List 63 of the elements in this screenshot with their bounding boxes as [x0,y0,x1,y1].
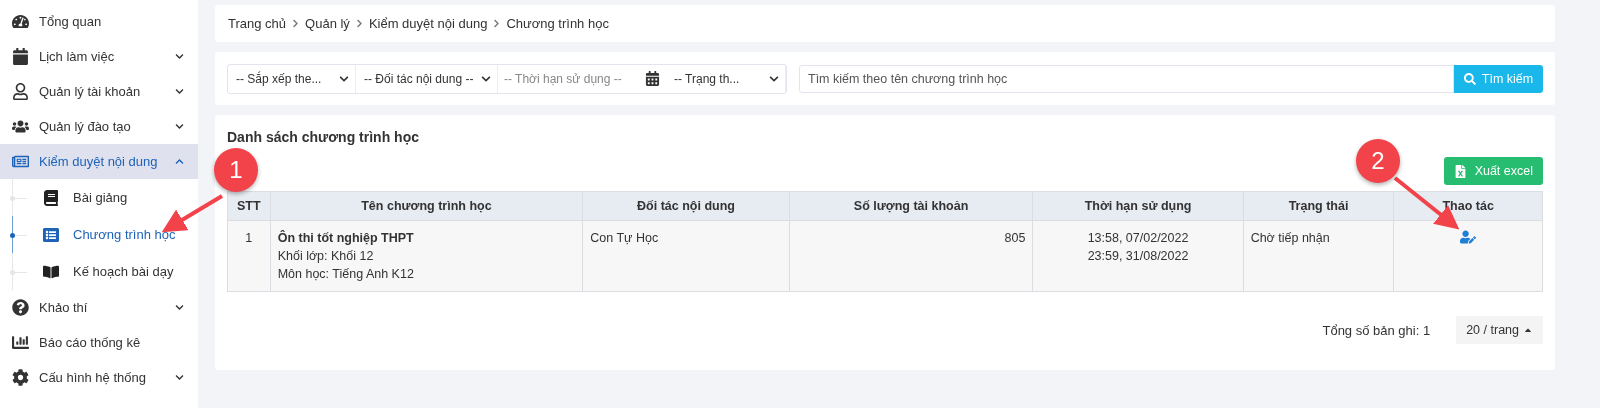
subject-text: Môn học: Tiếng Anh K12 [277,266,415,283]
sidebar-item[interactable]: Kiểm duyệt nội dung [0,144,198,179]
sidebar-subitem[interactable]: Bài giảng [12,179,198,216]
search-icon [1463,72,1476,85]
panel-title: Danh sách chương trình học [227,129,420,145]
chevron-right-icon [291,19,301,28]
sidebar-subitem[interactable]: Kế hoạch bài dạy [12,253,198,290]
chevron-right-icon [354,19,364,28]
user-edit-icon[interactable] [1460,229,1477,245]
sidebar-icon [12,153,29,170]
sidebar-label: Quản lý tài khoản [39,84,142,99]
table-cell: 805 [789,220,1033,292]
sidebar-icon [43,189,59,206]
column-header: STT [227,191,271,221]
sidebar-label: Lịch làm việc [39,49,116,64]
sidebar-label: Quản lý đào tạo [39,119,132,134]
grade-text: Khối lớp: Khối 12 [277,248,375,265]
breadcrumb-link[interactable]: Trang chủ [228,16,287,31]
excel-file-icon [1453,164,1467,178]
sidebar-label: Cấu hình hệ thống [39,370,147,385]
sidebar-label: Báo cáo thống kê [39,335,142,350]
sidebar-label: Chương trình học [73,227,176,242]
breadcrumb-link[interactable]: Kiểm duyệt nội dung [368,16,488,31]
page-size-select[interactable]: 20 / trang [1456,316,1543,344]
sidebar-label: Kế hoạch bài dạy [73,264,174,279]
sidebar-item[interactable]: Quản lý đào tạo [0,109,198,144]
program-name: Ôn thi tốt nghiệp THPT [277,229,415,247]
sidebar-subitem[interactable]: Chương trình học [12,216,198,253]
sidebar-item[interactable]: Báo cáo thống kê [0,325,198,360]
sidebar-icon [43,226,59,243]
sidebar-item[interactable]: Khảo thí [0,290,198,325]
chevron-right-icon [492,19,502,28]
sidebar-icon [12,83,29,100]
search-field[interactable]: Tìm kiếm theo tên chương trình học [799,64,1454,93]
end-time: 23:59, 31/08/2022 [1086,248,1190,265]
table-cell: 1 [227,220,271,292]
sidebar-icon [12,13,29,30]
sidebar-icon [43,263,59,280]
breadcrumb-link[interactable]: Quản lý [305,16,350,31]
sidebar-label: Bài giảng [73,190,128,205]
column-header: Trạng thái [1243,191,1394,221]
column-header: Thời hạn sử dụng [1032,191,1244,221]
sidebar-item[interactable]: Lịch làm việc [0,39,198,74]
column-header: Đối tác nội dung [582,191,790,221]
sidebar-item[interactable]: Cấu hình hệ thống [0,360,198,395]
sidebar-item[interactable]: Tổng quan [0,4,198,39]
sidebar-label: Kiểm duyệt nội dung [39,154,159,169]
sidebar-label: Khảo thí [39,300,89,315]
total-records: Tổng số bản ghi: 1 [1322,322,1431,338]
column-header: Số lượng tài khoản [789,191,1033,221]
sidebar-item[interactable]: Quản lý tài khoản [0,74,198,109]
start-time: 13:58, 07/02/2022 [1086,230,1190,247]
sidebar-label: Tổng quan [39,14,103,29]
table-cell: Con Tự Học [582,220,790,292]
breadcrumb-link[interactable]: Chương trình học [506,16,609,31]
sidebar-icon [12,48,29,65]
table-cell: Chờ tiếp nhận [1243,220,1394,292]
column-header: Thao tác [1393,191,1543,221]
sidebar-icon [12,299,29,316]
sidebar-icon [12,369,29,386]
sidebar-icon [12,118,29,135]
sidebar-icon [12,334,29,351]
column-header: Tên chương trình học [270,191,583,221]
